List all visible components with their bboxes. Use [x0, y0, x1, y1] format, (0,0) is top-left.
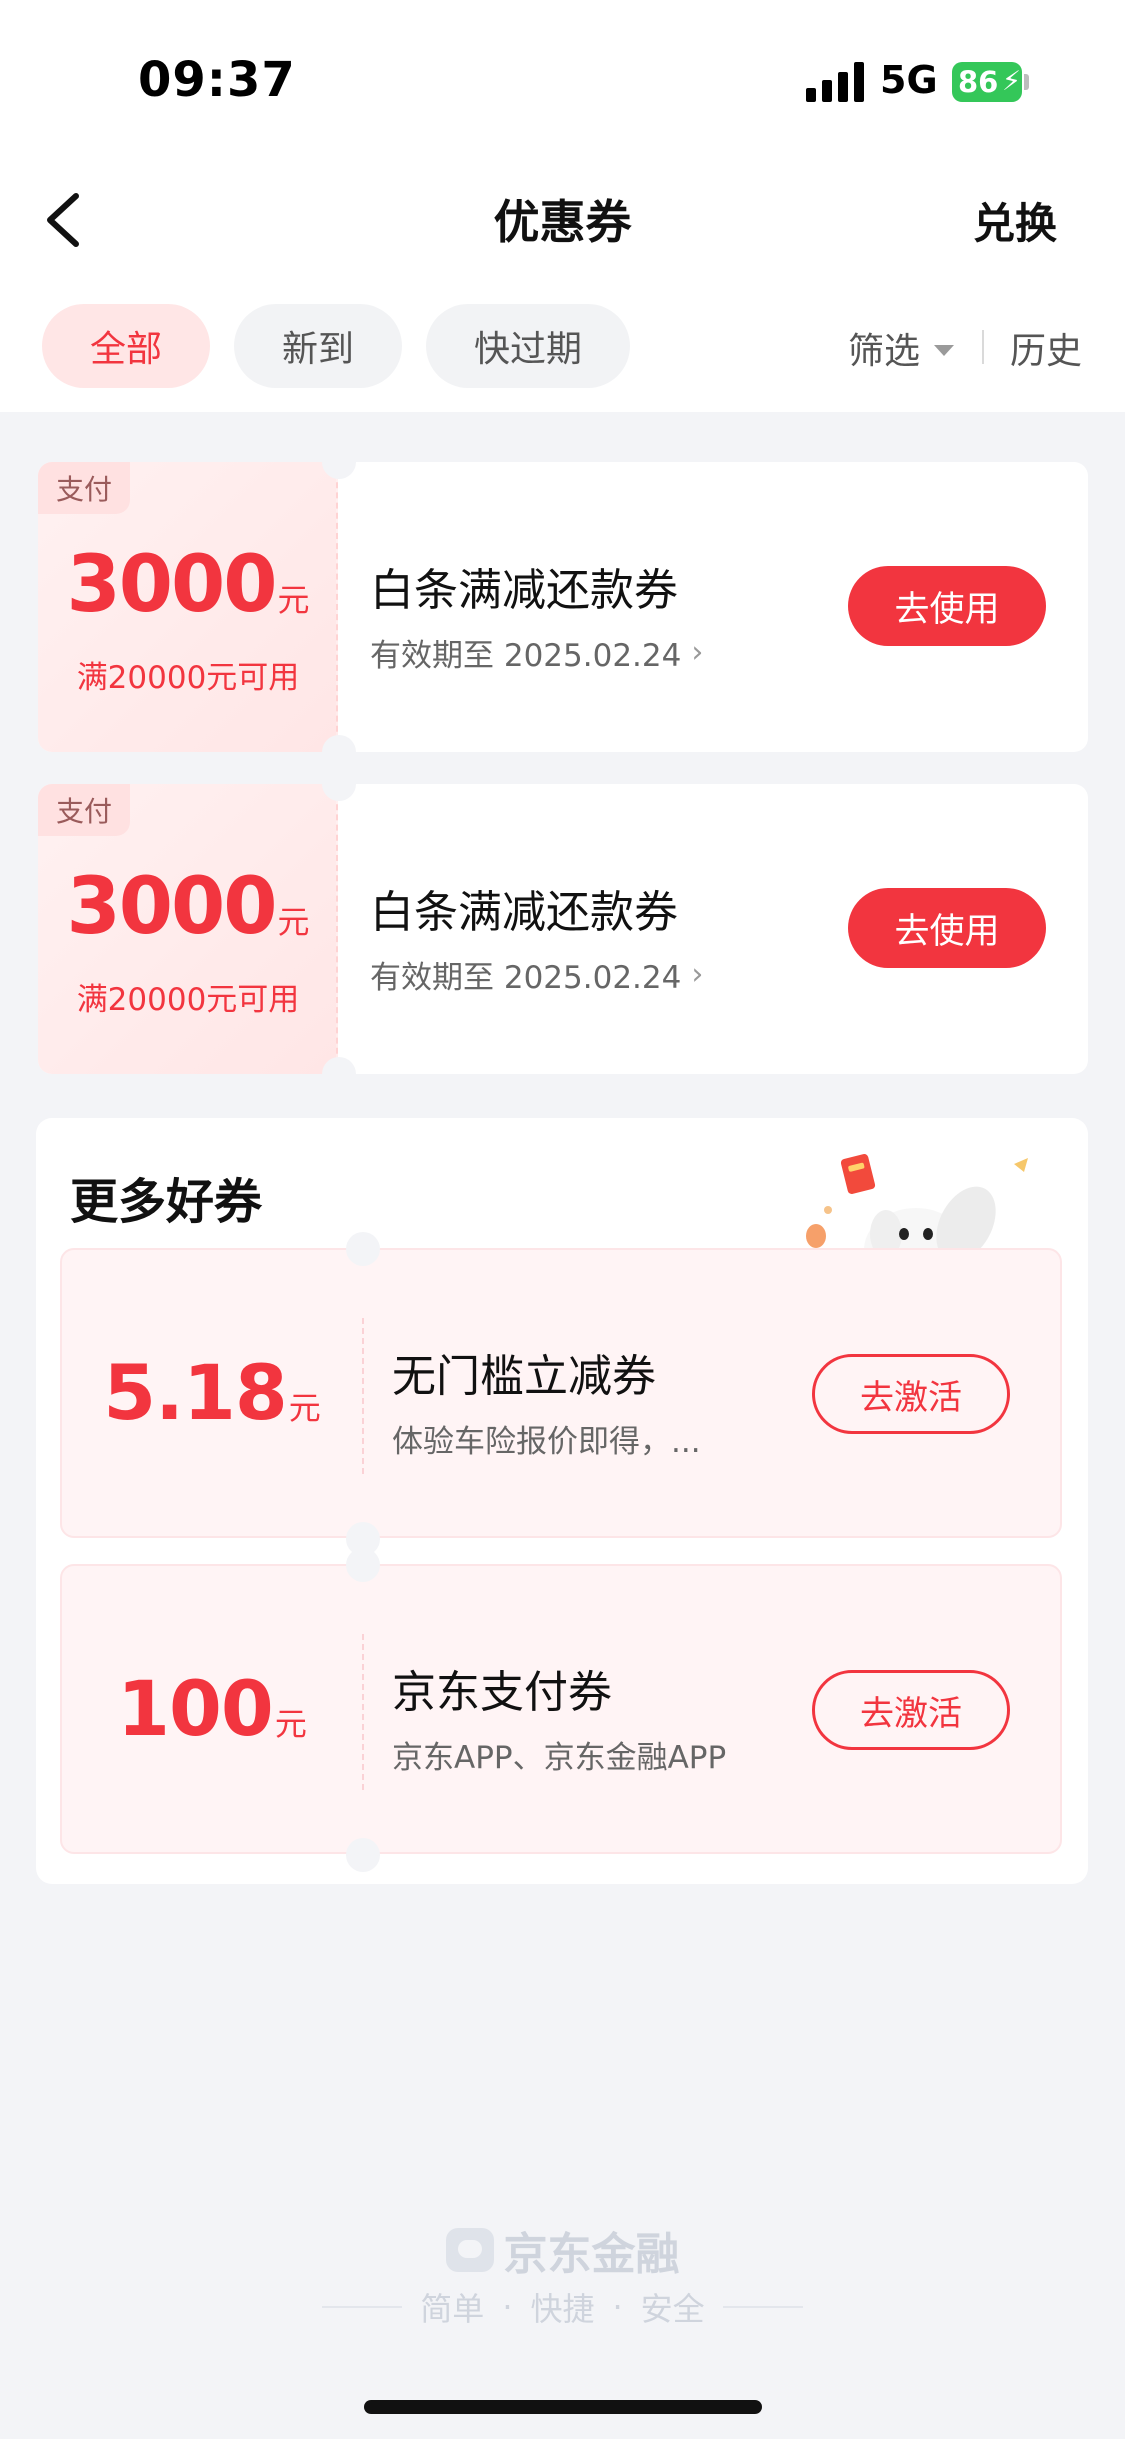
more-coupon-card[interactable]: 5.18元 无门槛立减券 体验车险报价即得，... 去激活 [60, 1232, 1062, 1556]
tab-all[interactable]: 全部 [42, 304, 210, 388]
coupon-description: 体验车险报价即得，... [392, 1424, 701, 1460]
dropdown-arrow-icon [934, 344, 955, 356]
coupon-tag: 支付 [38, 784, 131, 836]
section-title: 更多好券 [70, 1174, 263, 1230]
coupon-validity-text: 有效期至 2025.02.24 [370, 960, 682, 996]
battery-tip [1024, 74, 1029, 90]
network-type: 5G [880, 58, 938, 102]
coupon-amount-unit: 元 [277, 581, 310, 619]
chevron-right-icon: › [691, 957, 704, 992]
brand-name: 京东金融 [503, 2229, 680, 2280]
coupon-amount-value: 3000 [66, 862, 277, 952]
slogan-word: 简单 [420, 2290, 485, 2328]
signal-icon [806, 62, 864, 102]
charging-icon: ⚡ [1002, 66, 1021, 97]
slogan-word: 安全 [640, 2290, 705, 2328]
tab-new[interactable]: 新到 [234, 304, 402, 388]
coupon-card[interactable]: 支付 3000元 满20000元可用 白条满减还款券 有效期至 2025.02.… [38, 784, 1088, 1074]
coupon-amount: 3000元 [38, 540, 338, 630]
coupon-validity[interactable]: 有效期至 2025.02.24 › [370, 630, 703, 675]
exchange-button[interactable]: 兑换 [973, 190, 1057, 251]
coupon-name: 无门槛立减券 [392, 1351, 656, 1402]
coupon-card[interactable]: 支付 3000元 满20000元可用 白条满减还款券 有效期至 2025.02.… [38, 462, 1088, 752]
dashed-divider [362, 1634, 364, 1790]
coupon-amount: 100元 [62, 1664, 362, 1753]
brand-logo: 京东金融 [0, 2218, 1125, 2282]
use-coupon-button[interactable]: 去使用 [848, 888, 1046, 968]
notch [346, 1838, 380, 1872]
chevron-right-icon: › [691, 635, 704, 670]
more-coupons-section: 更多好券 5.18元 无门槛立减券 体验车险报价即得，... 去激活 100元 … [36, 1118, 1088, 1884]
coupon-condition: 满20000元可用 [76, 660, 300, 696]
more-coupon-card[interactable]: 100元 京东支付券 京东APP、京东金融APP 去激活 [60, 1548, 1062, 1872]
coupon-name: 白条满减还款券 [370, 887, 678, 938]
coupon-validity[interactable]: 有效期至 2025.02.24 › [370, 952, 703, 997]
coupon-name: 京东支付券 [392, 1667, 612, 1718]
tab-expiring[interactable]: 快过期 [426, 304, 630, 388]
notch [346, 1548, 380, 1582]
slogan-separator: · [502, 2288, 513, 2326]
filter-button[interactable]: 筛选 [848, 322, 955, 374]
battery-icon: 86 ⚡ [952, 62, 1022, 102]
coupon-description: 京东APP、京东金融APP [392, 1740, 727, 1776]
coupon-amount-value: 5.18 [103, 1348, 288, 1437]
brand-logo-icon [445, 2228, 494, 2272]
coupon-amount: 3000元 [38, 862, 338, 952]
status-time: 09:37 [138, 52, 296, 108]
coupon-name: 白条满减还款券 [370, 565, 678, 616]
activate-button[interactable]: 去激活 [812, 1354, 1010, 1434]
battery-level: 86 [958, 65, 999, 99]
page-title: 优惠券 [493, 195, 632, 249]
coupon-amount: 5.18元 [62, 1348, 362, 1437]
decorative-line [722, 2306, 803, 2308]
coupon-amount-unit: 元 [274, 1705, 307, 1743]
decorative-line [322, 2306, 403, 2308]
history-button[interactable]: 历史 [1010, 322, 1082, 374]
slogan-separator: · [612, 2288, 623, 2326]
coupon-condition: 满20000元可用 [76, 982, 300, 1018]
slogan-word: 快捷 [530, 2290, 595, 2328]
dashed-divider [362, 1318, 364, 1474]
home-indicator[interactable] [364, 2400, 762, 2414]
coupon-amount-value: 100 [117, 1664, 274, 1753]
filter-label: 筛选 [848, 331, 921, 372]
coupon-validity-text: 有效期至 2025.02.24 [370, 638, 682, 674]
notch [346, 1232, 380, 1266]
activate-button[interactable]: 去激活 [812, 1670, 1010, 1750]
divider [982, 330, 984, 364]
coupon-amount-value: 3000 [66, 540, 277, 630]
coupon-tag: 支付 [38, 462, 131, 514]
use-coupon-button[interactable]: 去使用 [848, 566, 1046, 646]
slogan: 简单 · 快捷 · 安全 [0, 2284, 1125, 2330]
coupon-amount-unit: 元 [288, 1389, 321, 1427]
coupon-amount-unit: 元 [277, 903, 310, 941]
